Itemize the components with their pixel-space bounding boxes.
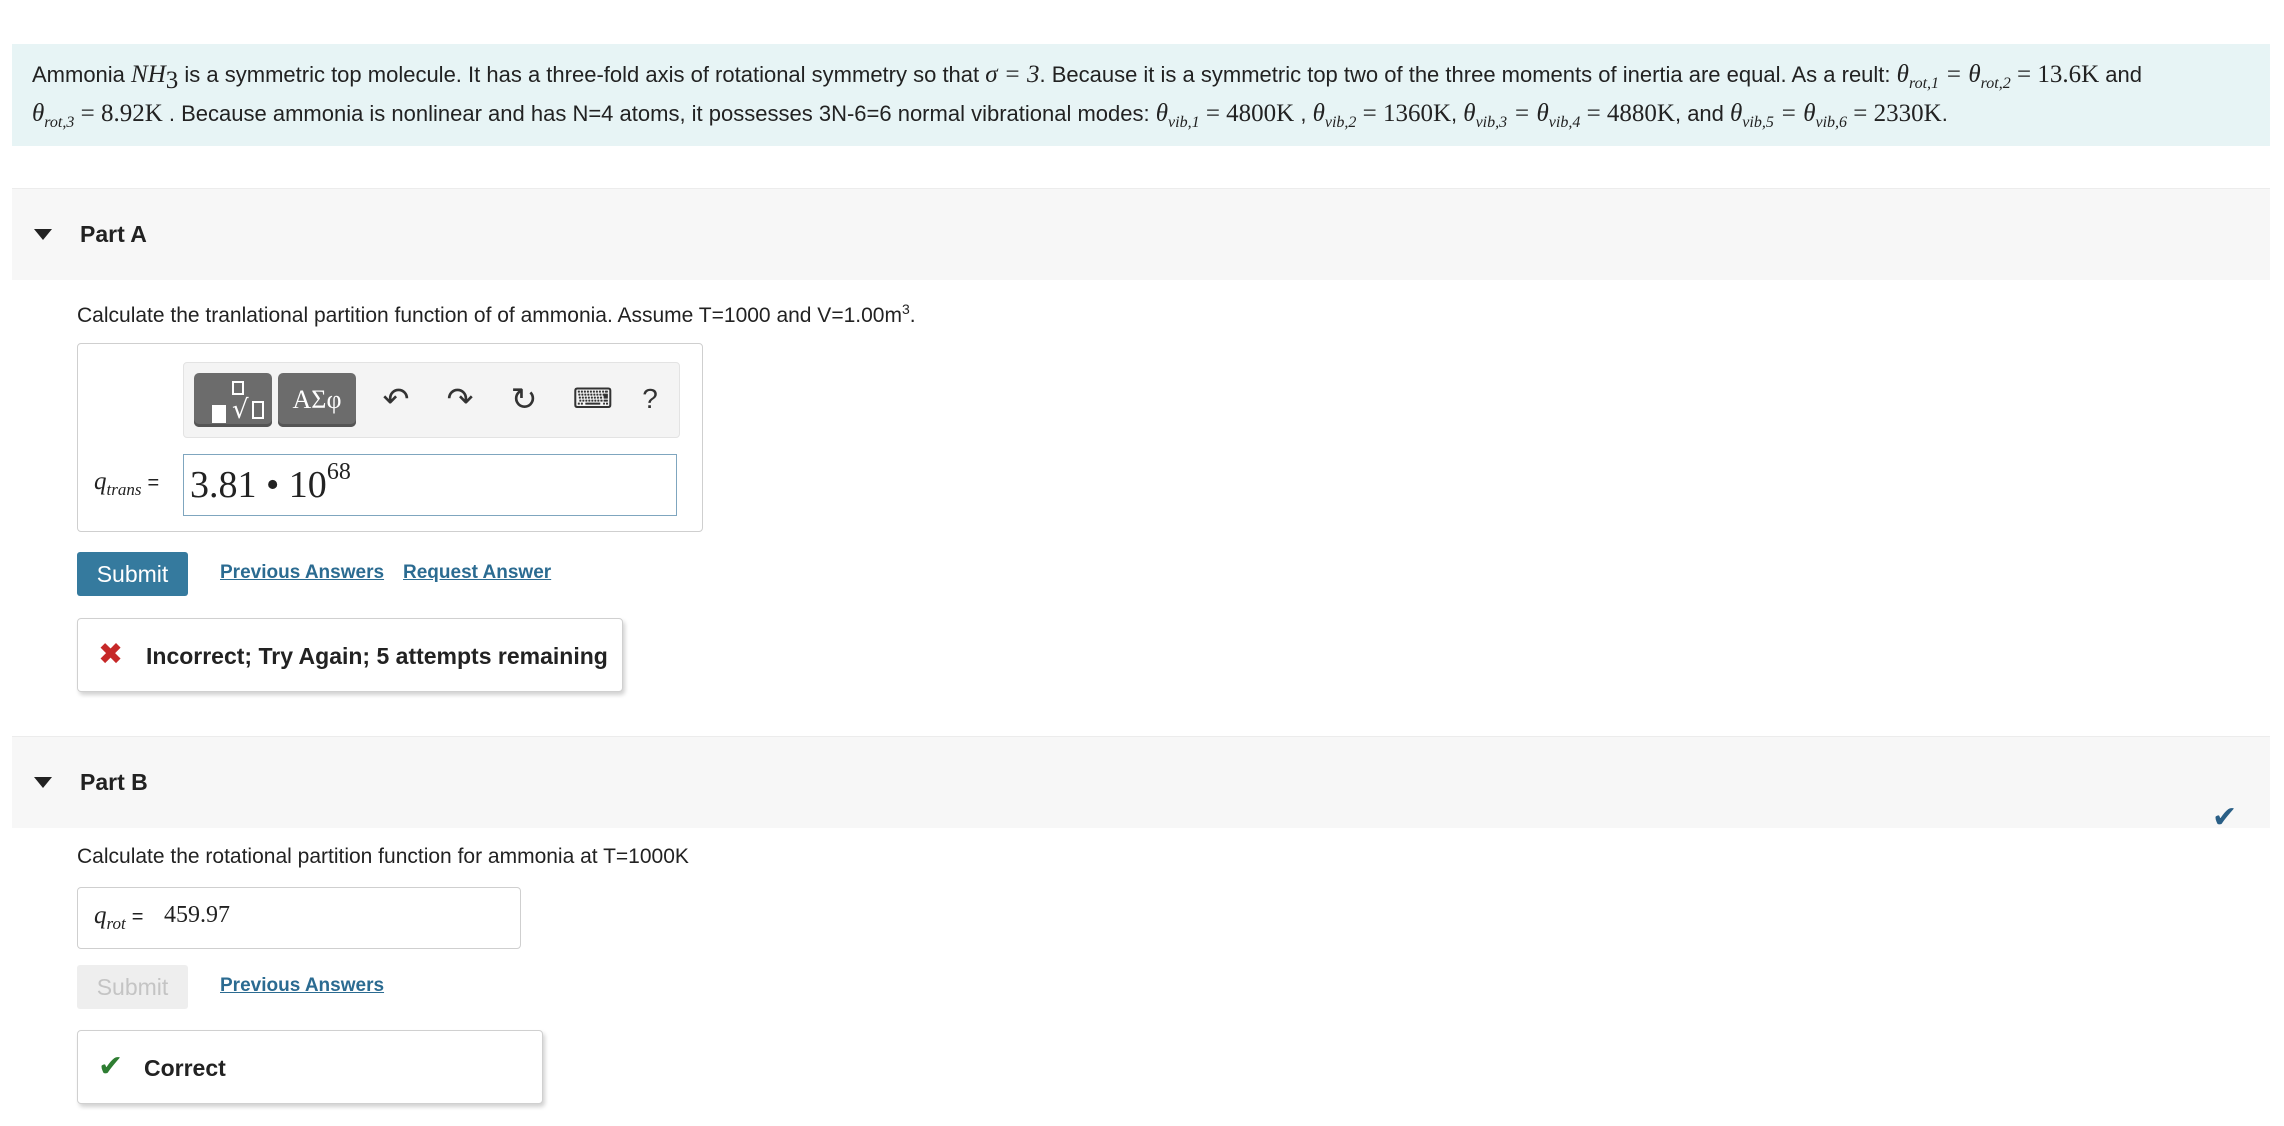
sigma-value: σ = 3 xyxy=(985,61,1040,88)
part-b-feedback: ✔ Correct xyxy=(77,1030,543,1104)
template-box-icon xyxy=(212,405,226,423)
intro-line-2: θrot,3 = 8.92K . Because ammonia is nonl… xyxy=(32,100,1948,131)
correct-check-icon: ✔ xyxy=(98,1050,124,1083)
part-b-header[interactable]: Part B xyxy=(12,736,2270,828)
undo-icon[interactable]: ↶ xyxy=(376,379,416,419)
part-a-title: Part A xyxy=(80,221,147,247)
part-b-previous-answers-link[interactable]: Previous Answers xyxy=(220,975,384,997)
ammonia-formula: NH3 xyxy=(131,61,179,94)
q-rot-label: qrot = xyxy=(94,902,144,933)
theta-rot-12: θrot,1 = θrot,2 = 13.6K xyxy=(1896,61,2100,92)
math-toolbar: √ ΑΣφ ↶ ↷ ↻ ⌨ ? xyxy=(183,362,680,438)
part-a-header[interactable]: Part A xyxy=(12,188,2270,280)
incorrect-x-icon: ✖ xyxy=(98,638,124,671)
part-a-submit-button[interactable]: Submit xyxy=(77,552,188,596)
request-answer-link[interactable]: Request Answer xyxy=(403,562,551,584)
intro-line-1: Ammonia NH3 is a symmetric top molecule.… xyxy=(32,61,2142,94)
q-trans-input[interactable]: 3.81 • 1068 xyxy=(183,454,677,516)
template-box-icon xyxy=(232,381,244,395)
theta-vib-56: θvib,5 = θvib,6 = 2330K xyxy=(1730,100,1942,131)
theta-rot-3: θrot,3 = 8.92K xyxy=(32,100,163,131)
redo-icon[interactable]: ↷ xyxy=(440,379,480,419)
symbols-button[interactable]: ΑΣφ xyxy=(278,373,356,427)
part-b-complete-check-icon: ✔ xyxy=(2212,801,2238,834)
part-a-answer-panel: √ ΑΣφ ↶ ↷ ↻ ⌨ ? qtrans = 3.81 • 1068 xyxy=(77,343,703,532)
keyboard-icon[interactable]: ⌨ xyxy=(570,379,616,419)
part-a-question: Calculate the tranlational partition fun… xyxy=(77,301,916,327)
help-button[interactable]: ? xyxy=(630,379,670,419)
part-b-title: Part B xyxy=(80,769,148,795)
template-box-icon xyxy=(252,401,264,419)
theta-vib-34: θvib,3 = θvib,4 = 4880K xyxy=(1463,100,1675,131)
q-rot-value: 459.97 xyxy=(164,902,230,928)
q-rot-answer-box: qrot = 459.97 xyxy=(77,887,521,949)
collapse-caret-icon[interactable] xyxy=(34,229,52,240)
part-a-previous-answers-link[interactable]: Previous Answers xyxy=(220,562,384,584)
problem-intro: Ammonia NH3 is a symmetric top molecule.… xyxy=(12,44,2270,146)
part-a-feedback: ✖ Incorrect; Try Again; 5 attempts remai… xyxy=(77,618,623,692)
theta-vib-2: θvib,2 = 1360K xyxy=(1312,100,1452,131)
reset-icon[interactable]: ↻ xyxy=(504,379,544,419)
part-a-feedback-text: Incorrect; Try Again; 5 attempts remaini… xyxy=(146,643,608,669)
part-b-feedback-text: Correct xyxy=(144,1055,226,1081)
theta-vib-1: θvib,1 = 4800K xyxy=(1155,100,1295,131)
q-trans-label: qtrans = xyxy=(94,468,160,499)
part-b-question: Calculate the rotational partition funct… xyxy=(77,845,689,868)
collapse-caret-icon[interactable] xyxy=(34,777,52,788)
templates-button[interactable]: √ xyxy=(194,373,272,427)
radical-icon: √ xyxy=(232,395,249,425)
part-b-submit-button: Submit xyxy=(77,965,188,1009)
